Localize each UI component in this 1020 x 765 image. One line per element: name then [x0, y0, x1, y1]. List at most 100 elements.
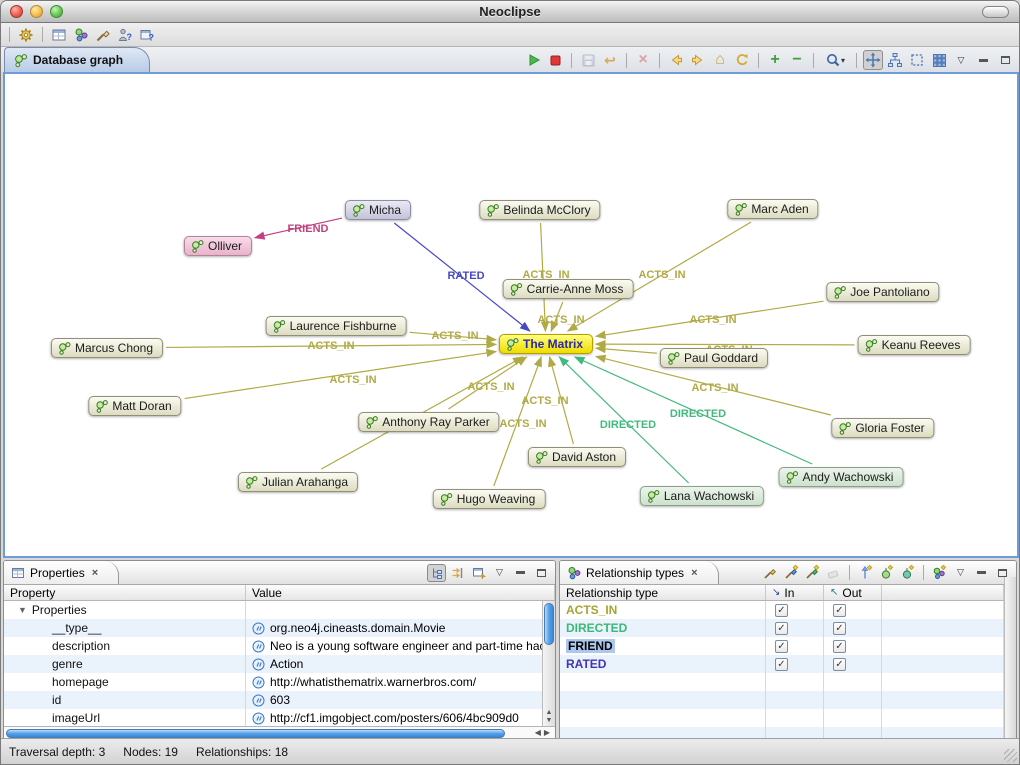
checkbox-checked[interactable]: ✓	[775, 640, 788, 653]
property-category-row[interactable]: ▼Properties	[4, 601, 555, 619]
run-traversal-icon[interactable]	[523, 50, 543, 70]
graph-node-olliver[interactable]: Olliver	[184, 236, 252, 256]
pan-layout-icon[interactable]	[863, 50, 883, 70]
graph-node-paul[interactable]: Paul Goddard	[660, 348, 768, 368]
checkbox-checked[interactable]: ✓	[833, 604, 846, 617]
graph-canvas[interactable]: FRIENDRATEDACTS_INACTS_INACTS_INACTS_INA…	[5, 74, 1017, 556]
copy-table-icon[interactable]	[469, 564, 488, 582]
zoom-dropdown-icon[interactable]: ▾	[820, 50, 850, 70]
decrease-depth-icon[interactable]: −	[787, 50, 807, 70]
increase-depth-icon[interactable]: +	[765, 50, 785, 70]
tab-relationship-types[interactable]: Relationship types ×	[560, 561, 719, 584]
toolbar-separator	[571, 53, 572, 68]
node-label: Micha	[369, 203, 401, 217]
graph-node-david[interactable]: David Aston	[528, 447, 626, 467]
column-header-property[interactable]: Property	[4, 585, 246, 600]
refresh-icon[interactable]	[732, 50, 752, 70]
checkbox-checked[interactable]: ✓	[775, 658, 788, 671]
add-outgoing-node-icon[interactable]	[898, 564, 917, 582]
graph-node-gloria[interactable]: Gloria Foster	[831, 418, 934, 438]
checkbox-checked[interactable]: ✓	[833, 658, 846, 671]
maximize-view-icon[interactable]	[995, 50, 1015, 70]
add-node-icon[interactable]	[930, 564, 949, 582]
save-icon[interactable]	[578, 50, 598, 70]
back-icon[interactable]	[666, 50, 686, 70]
checkbox-checked[interactable]: ✓	[833, 622, 846, 635]
column-header-value[interactable]: Value	[246, 585, 555, 600]
graph-node-hugo[interactable]: Hugo Weaving	[433, 489, 546, 509]
property-row-homepage[interactable]: homepagehttp://whatisthematrix.warnerbro…	[4, 673, 555, 691]
dynamic-help-icon[interactable]: ?	[137, 25, 157, 45]
scrollbar-thumb[interactable]	[544, 603, 554, 645]
scrollbar-thumb[interactable]	[6, 729, 505, 738]
relationship-vertical-scrollbar[interactable]	[1004, 577, 1016, 739]
home-icon[interactable]: ⌂	[710, 50, 730, 70]
relationship-row-ACTS_IN[interactable]: ACTS_IN✓✓	[560, 601, 1016, 619]
column-header-in[interactable]: ↘In	[766, 585, 824, 600]
graph-node-marc[interactable]: Marc Aden	[727, 199, 818, 219]
stop-icon[interactable]	[545, 50, 565, 70]
highlight-incoming-icon[interactable]	[782, 564, 801, 582]
table-view-icon[interactable]	[49, 25, 69, 45]
column-header-relationship-type[interactable]: Relationship type	[560, 585, 766, 600]
property-row-description[interactable]: descriptionNeo is a young software engin…	[4, 637, 555, 655]
close-icon[interactable]: ×	[92, 567, 98, 579]
graph-view-icon[interactable]	[71, 25, 91, 45]
preferences-gear-icon[interactable]	[16, 25, 36, 45]
graph-node-carrie[interactable]: Carrie-Anne Moss	[503, 279, 634, 299]
properties-vertical-scrollbar[interactable]: ▲▼	[542, 601, 555, 726]
property-row-id[interactable]: id603	[4, 691, 555, 709]
checkbox-checked[interactable]: ✓	[833, 640, 846, 653]
graph-node-matt[interactable]: Matt Doran	[88, 396, 181, 416]
view-menu-icon[interactable]: ▽	[951, 50, 971, 70]
minimize-view-icon[interactable]	[511, 564, 530, 582]
graph-node-keanu[interactable]: Keanu Reeves	[858, 335, 971, 355]
resize-grip[interactable]	[1004, 749, 1017, 762]
minimize-view-icon[interactable]	[972, 564, 991, 582]
graph-node-laurence[interactable]: Laurence Fishburne	[266, 316, 407, 336]
graph-node-marcus[interactable]: Marcus Chong	[51, 338, 163, 358]
graph-node-andy[interactable]: Andy Wachowski	[779, 467, 904, 487]
decorator-brush-icon[interactable]	[93, 25, 113, 45]
property-row-imageUrl[interactable]: imageUrlhttp://cf1.imgobject.com/posters…	[4, 709, 555, 726]
close-icon[interactable]: ×	[691, 567, 697, 579]
view-menu-icon[interactable]: ▽	[490, 564, 509, 582]
graph-node-micha[interactable]: Micha	[345, 200, 411, 220]
column-header-out[interactable]: ↖Out	[824, 585, 882, 600]
property-row-genre[interactable]: genreAction	[4, 655, 555, 673]
toolbar-toggle-pill[interactable]	[982, 6, 1009, 18]
expander-icon[interactable]: ▼	[18, 605, 27, 615]
highlight-relationships-icon[interactable]	[761, 564, 780, 582]
graph-node-belinda[interactable]: Belinda McClory	[479, 200, 600, 220]
tree-mode-icon[interactable]	[427, 564, 446, 582]
add-relationship-icon[interactable]	[856, 564, 875, 582]
relationship-row-FRIEND[interactable]: FRIEND✓✓	[560, 637, 1016, 655]
checkbox-checked[interactable]: ✓	[775, 604, 788, 617]
tab-properties[interactable]: Properties ×	[4, 561, 119, 584]
tab-database-graph[interactable]: Database graph	[4, 47, 150, 72]
revert-icon[interactable]: ↩	[600, 50, 620, 70]
forward-icon[interactable]	[688, 50, 708, 70]
graph-node-julian[interactable]: Julian Arahanga	[238, 472, 358, 492]
title-bar: Neoclipse	[1, 1, 1019, 23]
relationship-row-DIRECTED[interactable]: DIRECTED✓✓	[560, 619, 1016, 637]
filter-advanced-icon[interactable]	[448, 564, 467, 582]
marquee-select-icon[interactable]	[907, 50, 927, 70]
clear-highlight-eraser-icon[interactable]	[824, 564, 843, 582]
grid-layout-icon[interactable]	[929, 50, 949, 70]
checkbox-checked[interactable]: ✓	[775, 622, 788, 635]
property-row-__type__[interactable]: __type__org.neo4j.cineasts.domain.Movie	[4, 619, 555, 637]
graph-node-lana[interactable]: Lana Wachowski	[640, 486, 764, 506]
graph-node-matrix[interactable]: The Matrix	[499, 334, 593, 354]
relationship-row-RATED[interactable]: RATED✓✓	[560, 655, 1016, 673]
minimize-view-icon[interactable]	[973, 50, 993, 70]
graph-node-anthony[interactable]: Anthony Ray Parker	[358, 412, 499, 432]
maximize-view-icon[interactable]	[532, 564, 551, 582]
view-menu-icon[interactable]: ▽	[951, 564, 970, 582]
graph-node-joe[interactable]: Joe Pantoliano	[826, 282, 939, 302]
delete-icon[interactable]: ×	[633, 50, 653, 70]
add-incoming-node-icon[interactable]	[877, 564, 896, 582]
highlight-outgoing-icon[interactable]	[803, 564, 822, 582]
tree-layout-icon[interactable]	[885, 50, 905, 70]
help-contents-icon[interactable]: ?	[115, 25, 135, 45]
